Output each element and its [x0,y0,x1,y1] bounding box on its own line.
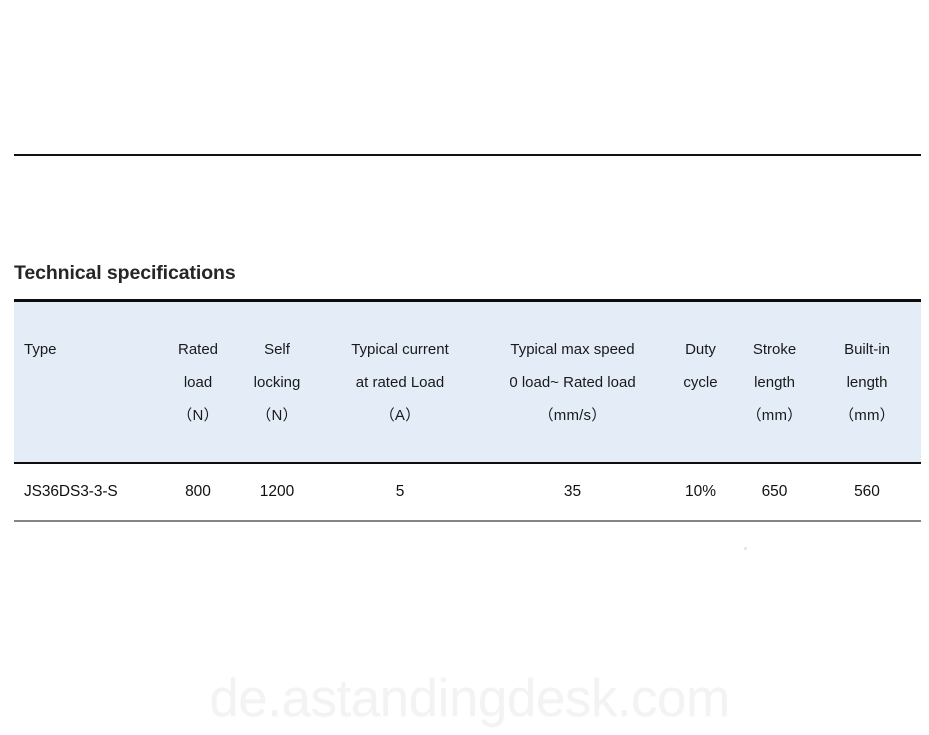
column-header-builtin-length: Built-in length （mm） [813,299,921,464]
cell-type: JS36DS3-3-S [14,463,162,522]
table-header: Type Rated load （N） Self locking （N） Typ… [14,299,921,464]
column-header-type-line1: Type [24,341,57,358]
column-header-self-locking-line2: locking [253,374,301,391]
watermark: de.astandingdesk.com [209,669,730,728]
column-header-duty-cycle: Duty cycle [665,299,736,464]
column-header-stroke-length-line1: Stroke [752,341,797,358]
page-title: Technical specifications [14,262,236,284]
column-header-typical-max-speed-line1: Typical max speed [510,341,635,358]
column-header-rated-load-unit: （N） [177,407,219,424]
column-header-builtin-length-unit: （mm） [839,407,895,424]
cell-self-locking: 1200 [234,463,320,522]
cell-rated-load: 800 [162,463,234,522]
cell-builtin-length: 560 [813,463,921,522]
column-header-self-locking: Self locking （N） [234,299,320,464]
technical-specifications-table: Type Rated load （N） Self locking （N） Typ… [14,299,921,522]
table-body: JS36DS3-3-S 800 1200 5 35 10% 650 560 [14,463,921,522]
column-header-typical-max-speed-line2: 0 load~ Rated load [509,374,636,391]
column-header-typical-max-speed: Typical max speed 0 load~ Rated load （mm… [480,299,665,464]
cell-duty-cycle: 10% [665,463,736,522]
column-header-builtin-length-line2: length [846,374,888,391]
column-header-typical-current-line1: Typical current [351,341,449,358]
column-header-rated-load-line2: load [183,374,213,391]
cell-stroke-length: 650 [736,463,813,522]
column-header-self-locking-line1: Self [264,341,290,358]
column-header-type: Type [14,299,162,464]
column-header-duty-cycle-line2: cycle [683,374,718,391]
column-header-stroke-length: Stroke length （mm） [736,299,813,464]
spec-table: Type Rated load （N） Self locking （N） Typ… [14,299,921,522]
column-header-rated-load-line1: Rated [177,341,219,358]
top-divider-rule [14,154,921,156]
column-header-typical-current-line2: at rated Load [355,374,445,391]
column-header-typical-current: Typical current at rated Load （A） [320,299,480,464]
table-header-row: Type Rated load （N） Self locking （N） Typ… [14,299,921,464]
spec-sheet-page: Technical specifications Type Rated load… [0,0,929,735]
column-header-self-locking-unit: （N） [256,407,298,424]
cell-typical-max-speed: 35 [480,463,665,522]
column-header-builtin-length-line1: Built-in [844,341,890,358]
column-header-stroke-length-line2: length [754,374,795,391]
image-artifact-speck [744,547,747,550]
column-header-rated-load: Rated load （N） [162,299,234,464]
table-row: JS36DS3-3-S 800 1200 5 35 10% 650 560 [14,463,921,522]
column-header-typical-current-unit: （A） [379,407,421,424]
cell-typical-current: 5 [320,463,480,522]
column-header-stroke-length-unit: （mm） [746,407,803,424]
column-header-typical-max-speed-unit: （mm/s） [538,407,607,424]
column-header-duty-cycle-line1: Duty [685,341,716,358]
